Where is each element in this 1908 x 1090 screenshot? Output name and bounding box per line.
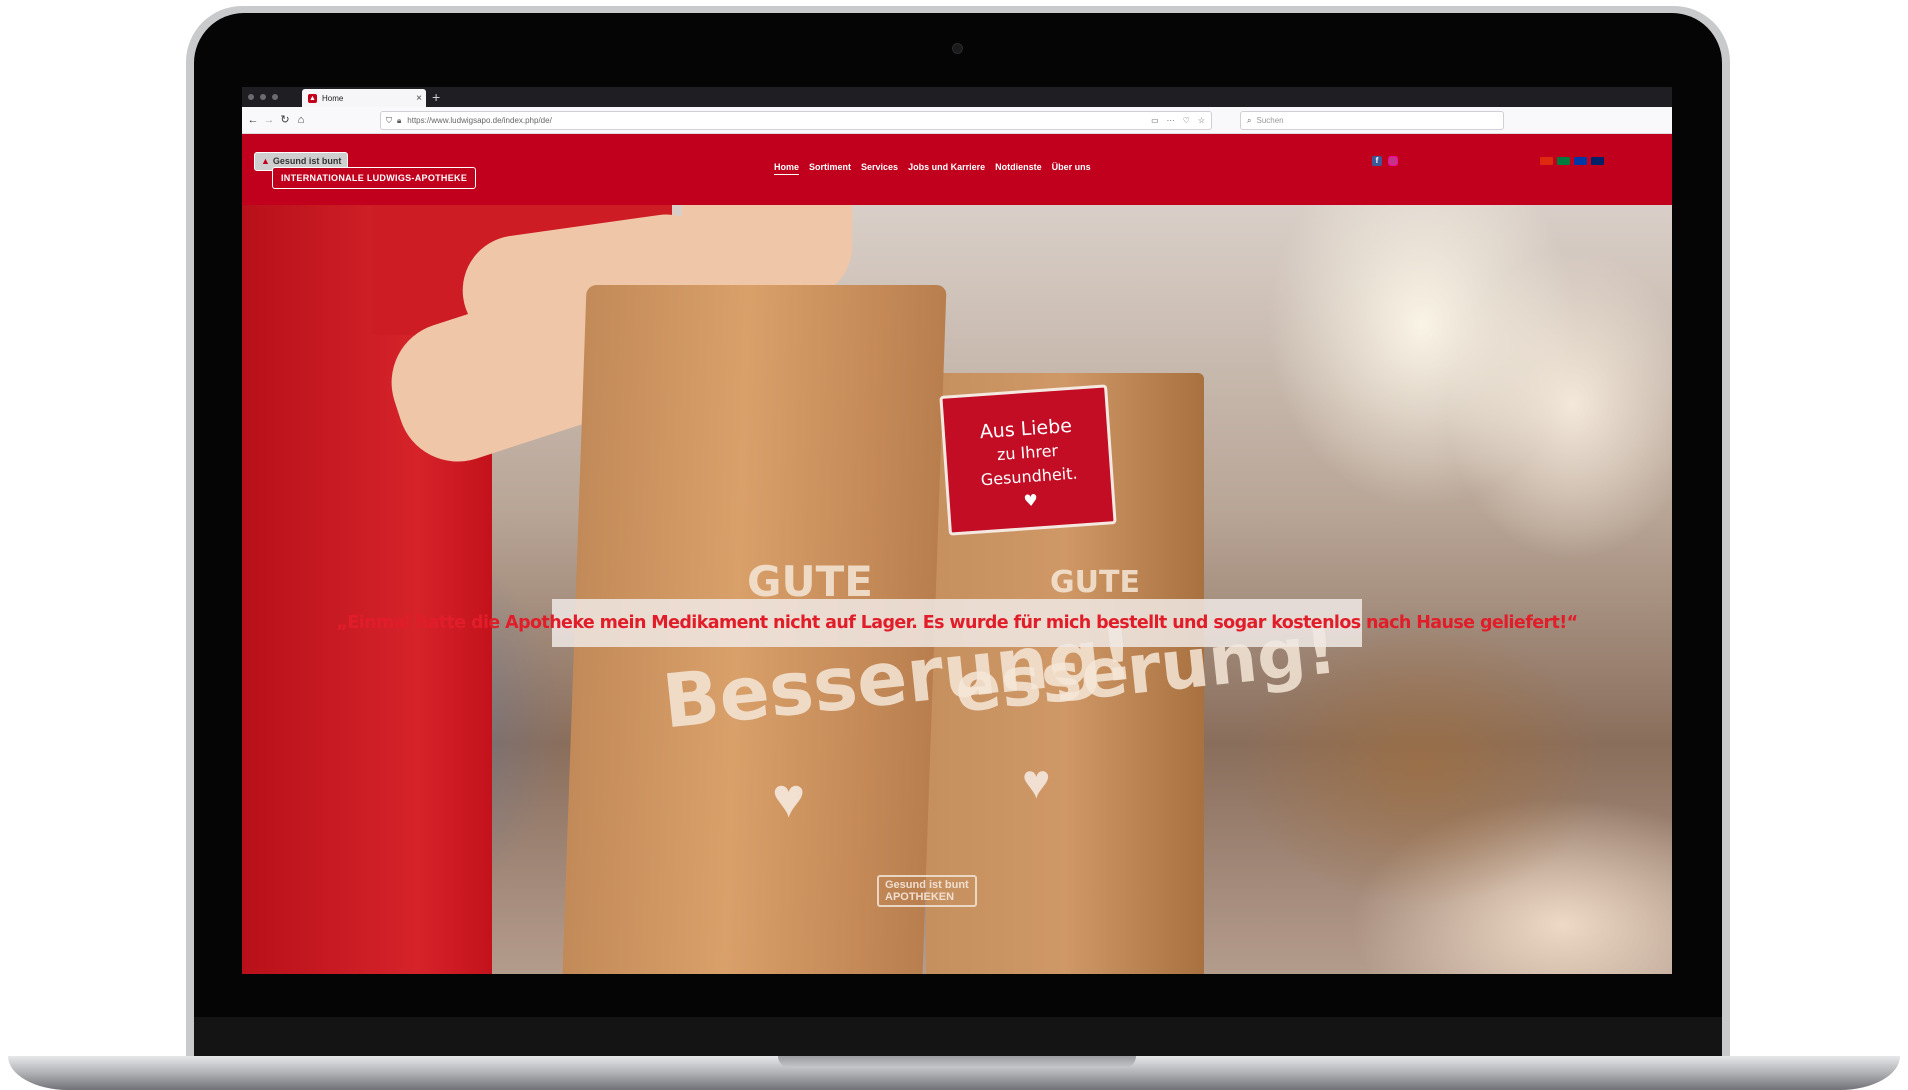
bag-label-sticker: Aus Liebe zu Ihrer Gesundheit. ♥ xyxy=(939,384,1117,536)
search-input[interactable]: ⌕ Suchen xyxy=(1240,111,1504,130)
hand-top xyxy=(682,205,852,297)
flag-chinese-icon[interactable] xyxy=(1540,157,1553,165)
flag-english-icon[interactable] xyxy=(1591,157,1604,165)
site-header: ▲ Gesund ist bunt INTERNATIONALE LUDWIGS-… xyxy=(242,134,1672,205)
browser-navbar: ← → ↻ ⌂ ⛉ 🔒︎ https://www.ludwigsapo.de/i… xyxy=(242,107,1672,134)
site-logo[interactable]: ▲ Gesund ist bunt INTERNATIONALE LUDWIGS-… xyxy=(254,152,477,190)
reader-view-icon[interactable]: ▭ xyxy=(1151,116,1159,125)
bag-mini-brand: Gesund ist bunt xyxy=(885,879,969,891)
nav-services[interactable]: Services xyxy=(861,162,898,175)
url-text[interactable]: https://www.ludwigsapo.de/index.php/de/ xyxy=(407,116,1151,125)
nav-jobs-und-karriere[interactable]: Jobs und Karriere xyxy=(908,162,985,175)
new-tab-button[interactable]: + xyxy=(432,88,440,106)
pocket-icon[interactable]: ♡ xyxy=(1183,116,1190,125)
tab-close-icon[interactable]: × xyxy=(412,93,426,104)
tab-title: Home xyxy=(322,93,344,103)
social-links: f xyxy=(1372,156,1398,166)
pixel-heart-icon: ♥ xyxy=(772,766,806,829)
page-actions-icon[interactable]: ··· xyxy=(1167,116,1175,125)
url-bar[interactable]: ⛉ 🔒︎ https://www.ludwigsapo.de/index.php… xyxy=(380,111,1212,130)
bag-brand-badge: Gesund ist bunt APOTHEKEN xyxy=(877,875,977,907)
forward-button[interactable]: → xyxy=(262,113,276,127)
tab-strip: ▲ Home × + xyxy=(242,87,1672,107)
nav-notdienste[interactable]: Notdienste xyxy=(995,162,1042,175)
logo-name: INTERNATIONALE LUDWIGS-APOTHEKE xyxy=(272,167,477,189)
favicon-icon: ▲ xyxy=(308,93,317,103)
customer-quote-box: „Einmal hatte die Apotheke mein Medikame… xyxy=(336,599,1578,647)
laptop-chin xyxy=(194,1017,1722,1057)
logo-tagline: Gesund ist bunt xyxy=(272,156,342,166)
webcam xyxy=(952,43,963,54)
pixel-heart-back-icon: ♥ xyxy=(1022,756,1051,809)
home-button[interactable]: ⌂ xyxy=(294,113,308,127)
minimize-window-dot[interactable] xyxy=(260,94,266,100)
facebook-icon[interactable]: f xyxy=(1372,156,1382,166)
logo-mountain-icon: ▲ xyxy=(261,156,270,166)
screen: ▲ Home × + ← → ↻ ⌂ ⛉ 🔒︎ https://www.ludw… xyxy=(242,87,1672,974)
instagram-icon[interactable] xyxy=(1388,156,1398,166)
flag-russian-icon[interactable] xyxy=(1574,157,1587,165)
maximize-window-dot[interactable] xyxy=(272,94,278,100)
nav-ueber-uns[interactable]: Über uns xyxy=(1052,162,1091,175)
nav-sortiment[interactable]: Sortiment xyxy=(809,162,851,175)
search-placeholder: Suchen xyxy=(1256,116,1284,125)
bookmark-star-icon[interactable]: ☆ xyxy=(1198,116,1205,125)
browser-tab-home[interactable]: ▲ Home × xyxy=(302,89,426,107)
nav-home[interactable]: Home xyxy=(774,162,800,175)
back-button[interactable]: ← xyxy=(246,113,260,127)
bag-text-top-back: GUTE xyxy=(1050,565,1140,600)
window-controls xyxy=(248,94,278,100)
reload-button[interactable]: ↻ xyxy=(278,113,292,127)
lock-icon[interactable]: 🔒︎ xyxy=(397,116,401,126)
customer-quote: „Einmal hatte die Apotheke mein Medikame… xyxy=(336,613,1578,633)
search-icon: ⌕ xyxy=(1247,115,1252,125)
hero-image: Aus Liebe zu Ihrer Gesundheit. ♥ GUTE GU… xyxy=(242,205,1672,974)
shield-icon[interactable]: ⛉ xyxy=(386,116,392,126)
flag-arabic-icon[interactable] xyxy=(1557,157,1570,165)
bag-mini-sub: APOTHEKEN xyxy=(885,891,955,903)
language-switcher xyxy=(1540,157,1604,165)
close-window-dot[interactable] xyxy=(248,94,254,100)
laptop-notch xyxy=(778,1056,1136,1068)
main-nav: Home Sortiment Services Jobs und Karrier… xyxy=(774,162,1091,175)
